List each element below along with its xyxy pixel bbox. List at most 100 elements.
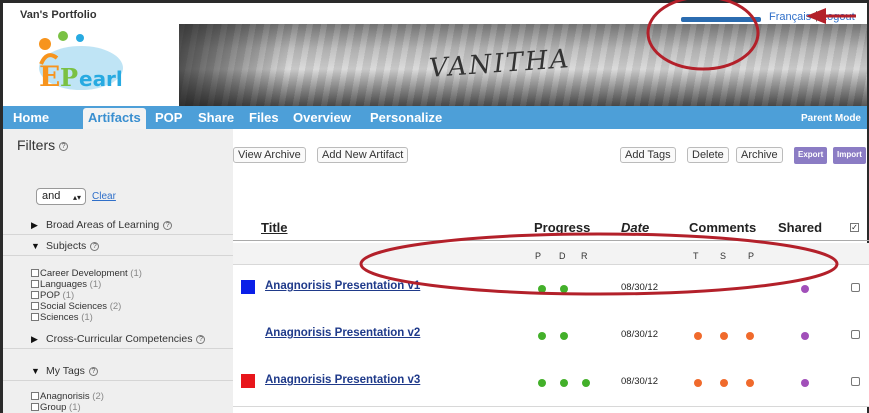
parent-mode-link[interactable]: Parent Mode — [801, 113, 861, 124]
table-row[interactable]: Anagnorisis Presentation v3 08/30/12 — [233, 359, 869, 407]
expanded-triangle-icon: ▼ — [31, 241, 40, 251]
checkbox[interactable] — [31, 269, 39, 277]
nav-pop[interactable]: POP — [155, 110, 182, 125]
my-tags-section[interactable]: ▼ My Tags? — [3, 361, 233, 381]
filter-sciences[interactable]: Sciences (1) — [31, 312, 93, 323]
nav-files[interactable]: Files — [249, 110, 279, 125]
comment-dot[interactable] — [694, 379, 702, 387]
import-button[interactable]: Import — [833, 147, 866, 164]
progress-dot — [582, 379, 590, 387]
subheader-row — [233, 243, 869, 265]
comments-sub-s: S — [720, 251, 727, 261]
progress-dot — [538, 332, 546, 340]
shared-dot[interactable] — [801, 379, 809, 387]
subjects-section[interactable]: ▼ Subjects? — [3, 236, 233, 256]
nav-personalize[interactable]: Personalize — [370, 110, 442, 125]
progress-column-header: Progress — [534, 220, 591, 235]
nav-share[interactable]: Share — [198, 110, 234, 125]
filter-career-development[interactable]: Career Development (1) — [31, 268, 142, 279]
epearl-logo-icon: E P earl . — [39, 31, 123, 93]
help-icon[interactable]: ? — [59, 141, 69, 151]
comments-sub-p: P — [748, 251, 755, 261]
help-icon[interactable]: ? — [90, 241, 100, 251]
comment-dot[interactable] — [746, 379, 754, 387]
portfolio-banner: VANITHA — [179, 24, 867, 106]
help-icon[interactable]: ? — [88, 366, 98, 376]
francais-link[interactable]: Français — [769, 11, 811, 23]
comment-dot[interactable] — [720, 332, 728, 340]
artifact-title-link[interactable]: Anagnorisis Presentation v3 — [265, 374, 420, 386]
color-swatch — [241, 280, 255, 294]
table-row[interactable]: Anagnorisis Presentation v2 08/30/12 — [233, 312, 869, 360]
row-checkbox[interactable] — [851, 330, 860, 339]
portfolio-title: Van's Portfolio — [20, 9, 97, 21]
artifact-title-link[interactable]: Anagnorisis Presentation v1 — [265, 280, 420, 292]
epearl-logo[interactable]: E P earl . — [3, 24, 179, 106]
header-band: E P earl . VANITHA — [3, 24, 867, 106]
select-arrows-icon: ▴▾ — [72, 193, 81, 202]
help-icon[interactable]: ? — [163, 220, 173, 230]
date-column-header[interactable]: Date — [621, 220, 649, 235]
comment-dot[interactable] — [746, 332, 754, 340]
filters-heading: Filters? — [17, 137, 69, 153]
cross-curricular-section[interactable]: ▶ Cross-Curricular Competencies? — [3, 329, 233, 349]
row-checkbox[interactable] — [851, 377, 860, 386]
nav-overview[interactable]: Overview — [293, 110, 351, 125]
artifact-title-link[interactable]: Anagnorisis Presentation v2 — [265, 327, 420, 339]
comments-sub-t: T — [693, 251, 699, 261]
checkbox[interactable] — [31, 313, 39, 321]
filter-social-sciences[interactable]: Social Sciences (2) — [31, 301, 121, 312]
artifact-date: 08/30/12 — [621, 376, 658, 387]
progress-dot — [538, 285, 546, 293]
filter-languages[interactable]: Languages (1) — [31, 279, 101, 290]
checkbox[interactable] — [31, 403, 39, 411]
view-archive-button[interactable]: View Archive — [233, 147, 306, 163]
help-icon[interactable]: ? — [196, 334, 206, 344]
select-all-checkbox[interactable]: ✓ — [850, 223, 859, 232]
add-new-artifact-button[interactable]: Add New Artifact — [317, 147, 409, 163]
nav-artifacts[interactable]: Artifacts — [83, 108, 146, 131]
delete-button[interactable]: Delete — [687, 147, 729, 163]
lang-separator: | — [815, 10, 818, 22]
add-tags-button[interactable]: Add Tags — [620, 147, 676, 163]
header-divider — [233, 240, 869, 241]
shared-dot[interactable] — [801, 285, 809, 293]
svg-text:P: P — [60, 63, 78, 92]
progress-dot — [560, 379, 568, 387]
title-column-header[interactable]: Title — [261, 220, 288, 235]
shared-dot[interactable] — [801, 332, 809, 340]
expanded-triangle-icon: ▼ — [31, 366, 40, 376]
and-or-select[interactable]: and ▴▾ — [36, 188, 86, 205]
comment-dot[interactable] — [694, 332, 702, 340]
comment-dot[interactable] — [720, 379, 728, 387]
checkbox[interactable] — [31, 392, 39, 400]
artifact-date: 08/30/12 — [621, 329, 658, 340]
filter-tag-anagnorisis[interactable]: Anagnorisis (2) — [31, 391, 104, 402]
progress-dot — [538, 379, 546, 387]
row-checkbox[interactable] — [851, 283, 860, 292]
collapsed-triangle-icon: ▶ — [31, 220, 38, 230]
filter-pop[interactable]: POP (1) — [31, 290, 74, 301]
collapsed-triangle-icon: ▶ — [31, 334, 38, 344]
progress-dot — [560, 332, 568, 340]
main-nav: Home Artifacts POP Share Files Overview … — [3, 106, 867, 131]
comments-column-header: Comments — [689, 220, 757, 235]
top-bar: Van's Portfolio Français | Logout — [3, 3, 867, 25]
clear-filters-link[interactable]: Clear — [92, 191, 116, 202]
nav-home[interactable]: Home — [13, 110, 49, 125]
checkbox[interactable] — [31, 291, 39, 299]
table-row[interactable]: Anagnorisis Presentation v1 08/30/12 — [233, 265, 869, 313]
export-button[interactable]: Export — [794, 147, 828, 164]
logout-link[interactable]: Logout — [821, 11, 855, 23]
language-progress-bar — [681, 17, 761, 22]
checkbox[interactable] — [31, 280, 39, 288]
svg-text:E: E — [39, 60, 60, 93]
color-swatch — [241, 374, 255, 388]
broad-areas-section[interactable]: ▶ Broad Areas of Learning? — [3, 215, 233, 235]
progress-sub-r: R — [581, 251, 588, 261]
checkbox[interactable] — [31, 302, 39, 310]
filter-tag-group[interactable]: Group (1) — [31, 402, 81, 413]
progress-dot — [560, 285, 568, 293]
archive-button[interactable]: Archive — [736, 147, 783, 163]
filters-sidebar: Filters? and ▴▾ Clear ▶ Broad Areas of Le… — [3, 129, 233, 413]
